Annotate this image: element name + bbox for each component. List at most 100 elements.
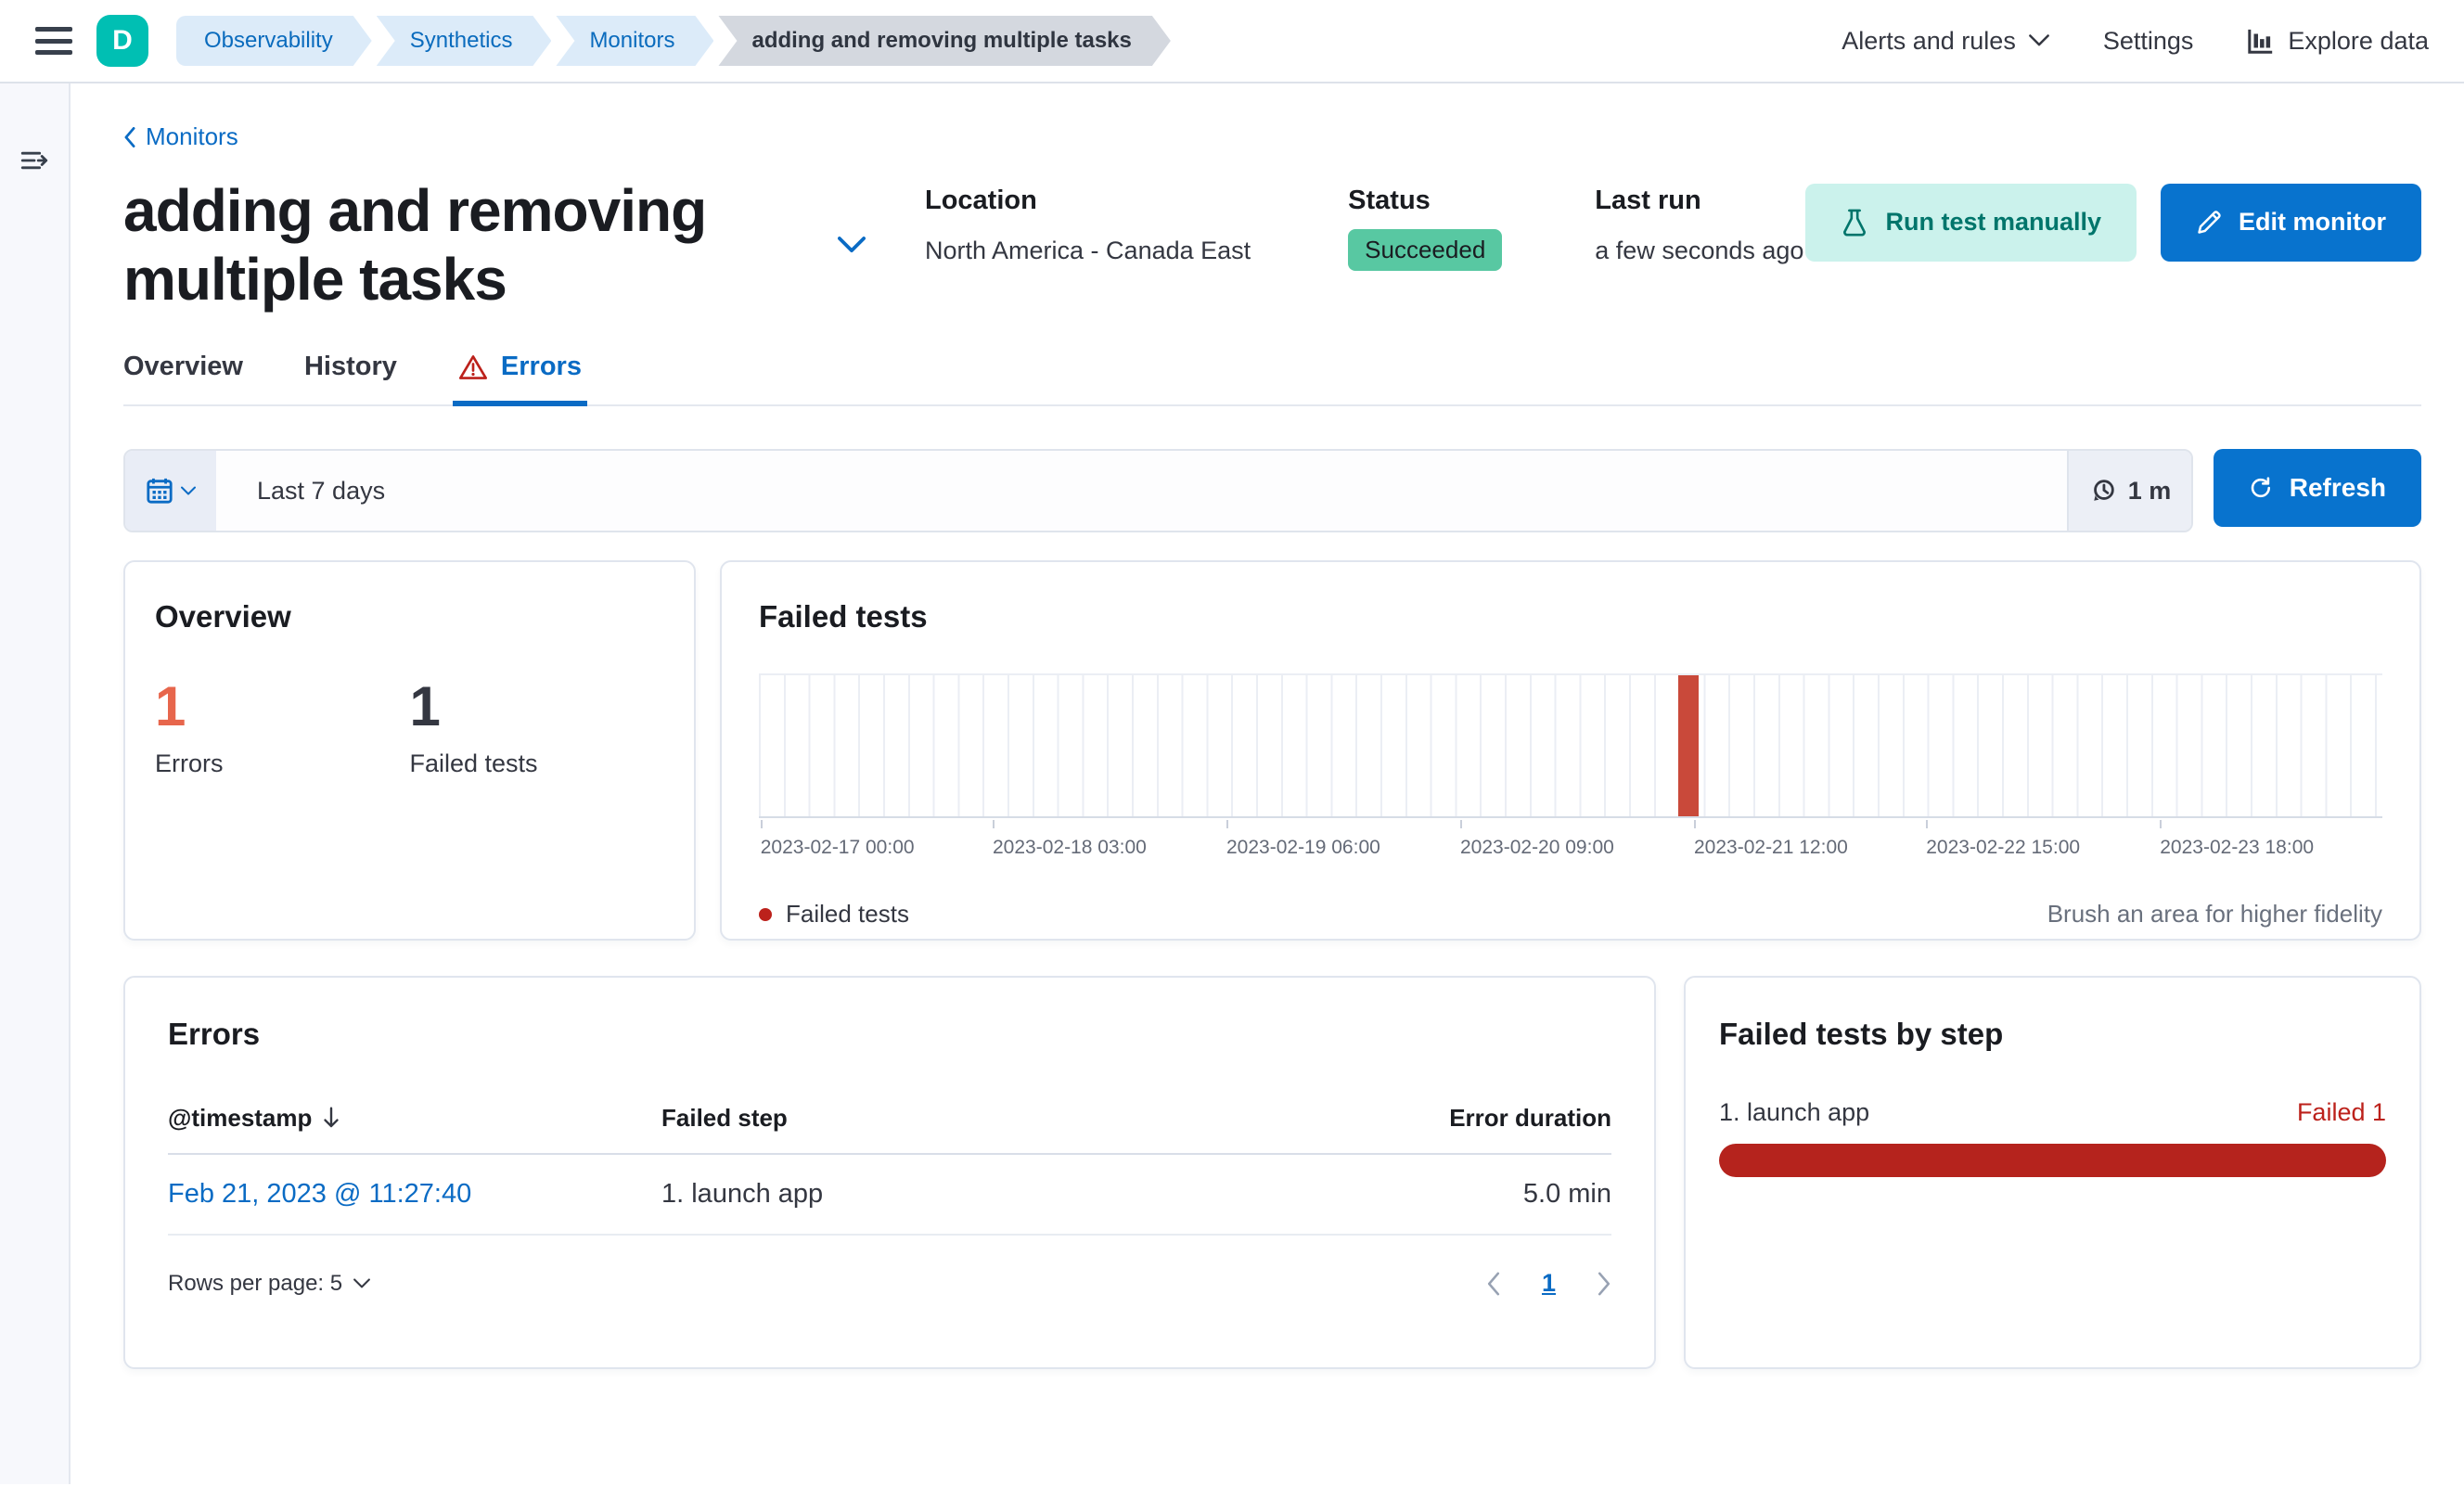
- alerts-and-rules-label: Alerts and rules: [1842, 26, 2016, 55]
- date-quick-select-button[interactable]: [125, 451, 216, 532]
- bar-chart-icon: [2248, 29, 2273, 54]
- failed-tests-chart[interactable]: [759, 673, 2382, 819]
- legend-item-failed-tests[interactable]: Failed tests: [759, 900, 909, 929]
- refresh-icon: [2251, 477, 2271, 498]
- status-badge: Succeeded: [1348, 228, 1503, 271]
- chevron-left-icon: [124, 126, 135, 147]
- error-timestamp-link[interactable]: Feb 21, 2023 @ 11:27:40: [168, 1179, 471, 1209]
- failed-tests-stat: 1 Failed tests: [410, 679, 665, 778]
- x-axis-tick-mark: [1926, 820, 1929, 829]
- failed-tests-by-step-panel: Failed tests by step 1. launch app Faile…: [1684, 976, 2421, 1370]
- run-test-manually-button[interactable]: Run test manually: [1805, 183, 2137, 262]
- x-axis-tick-label: 2023-02-21 12:00: [1694, 837, 1848, 859]
- x-axis-tick-label: 2023-02-23 18:00: [2160, 837, 2315, 859]
- error-duration-cell: 5.0 min: [1522, 1179, 1611, 1210]
- x-axis-tick-mark: [760, 820, 763, 829]
- location-label: Location: [925, 185, 1037, 215]
- tab-overview[interactable]: Overview: [123, 352, 243, 404]
- errors-panel-title: Errors: [168, 1017, 261, 1052]
- step-label: 1. launch app: [1719, 1098, 1870, 1127]
- step-failed-count: Failed 1: [2296, 1098, 2386, 1127]
- column-header-error-duration[interactable]: Error duration: [1370, 1104, 1611, 1133]
- brush-hint-text: Brush an area for higher fidelity: [2047, 900, 2382, 929]
- step-progress-fill: [1719, 1144, 2386, 1178]
- pencil-icon: [2198, 210, 2221, 234]
- time-filter-toolbar: Last 7 days 1 m Refresh: [123, 449, 2421, 533]
- legend-dot-icon: [759, 907, 772, 921]
- chart-title: Failed tests: [759, 599, 928, 634]
- refresh-button[interactable]: Refresh: [2214, 449, 2421, 528]
- expand-menu-icon[interactable]: [19, 145, 50, 176]
- rows-per-page-selector[interactable]: Rows per page: 5: [168, 1271, 370, 1297]
- warning-triangle-icon: [458, 354, 487, 379]
- breadcrumb: Observability Synthetics Monitors adding…: [176, 16, 1171, 66]
- page-number-1[interactable]: 1: [1542, 1269, 1556, 1298]
- breadcrumb-current-page: adding and removing multiple tasks: [718, 16, 1170, 66]
- x-axis-tick-mark: [1460, 820, 1462, 829]
- chart-x-axis: 2023-02-17 00:00 2023-02-18 03:00 2023-0…: [759, 820, 2382, 863]
- breadcrumb-synthetics[interactable]: Synthetics: [377, 16, 552, 66]
- previous-page-icon[interactable]: [1486, 1272, 1501, 1296]
- chevron-down-icon: [353, 1278, 370, 1288]
- back-to-monitors-link[interactable]: Monitors: [123, 122, 238, 151]
- menu-hamburger-icon[interactable]: [35, 27, 72, 55]
- explore-data-link[interactable]: Explore data: [2247, 27, 2429, 56]
- pagination: 1: [1486, 1269, 1611, 1298]
- next-page-icon[interactable]: [1597, 1272, 1611, 1296]
- main-content: Monitors adding and removing multiple ta…: [71, 83, 2464, 1484]
- errors-panel: Errors @timestamp Failed step Error dura…: [123, 976, 1656, 1370]
- failed-by-step-title: Failed tests by step: [1719, 1017, 2004, 1052]
- x-axis-tick-label: 2023-02-17 00:00: [760, 837, 915, 859]
- collapsed-sidebar: [0, 83, 71, 1484]
- stat-value: 1: [155, 675, 186, 738]
- x-axis-tick-label: 2023-02-22 15:00: [1926, 837, 2081, 859]
- failed-step-cell: 1. launch app: [661, 1179, 824, 1210]
- settings-link[interactable]: Settings: [2103, 27, 2194, 56]
- failed-tests-chart-panel: Failed tests 2023-02-17 00:00 2023-02-18…: [720, 560, 2421, 942]
- x-axis-tick-label: 2023-02-20 09:00: [1460, 837, 1614, 859]
- calendar-icon: [147, 479, 173, 504]
- step-progress-track: [1719, 1144, 2386, 1178]
- breadcrumb-monitors[interactable]: Monitors: [556, 16, 713, 66]
- last-run-label: Last run: [1595, 185, 1701, 215]
- status-label: Status: [1348, 185, 1431, 215]
- tab-errors[interactable]: Errors: [452, 352, 588, 407]
- monitor-meta: Location North America - Canada East Sta…: [925, 176, 1803, 315]
- stat-label: Failed tests: [409, 749, 538, 778]
- edit-monitor-button[interactable]: Edit monitor: [2161, 183, 2421, 262]
- failed-test-bar[interactable]: [1677, 675, 1699, 817]
- x-axis-tick-label: 2023-02-19 06:00: [1226, 837, 1380, 859]
- page-title: adding and removing multiple tasks: [123, 176, 707, 314]
- column-header-failed-step[interactable]: Failed step: [661, 1104, 1370, 1133]
- alerts-and-rules-menu[interactable]: Alerts and rules: [1842, 27, 2049, 56]
- x-axis-tick-mark: [993, 820, 995, 829]
- flask-icon: [1843, 209, 1867, 236]
- refresh-interval-button[interactable]: 1 m: [2067, 451, 2191, 532]
- super-date-picker: Last 7 days 1 m: [123, 449, 2193, 533]
- deployment-badge[interactable]: D: [96, 15, 148, 67]
- overview-panel: Overview 1 Errors 1 Failed tests: [123, 560, 696, 942]
- settings-label: Settings: [2102, 26, 2194, 55]
- stat-label: Errors: [155, 749, 224, 778]
- x-axis-tick-label: 2023-02-18 03:00: [993, 837, 1147, 859]
- x-axis-tick-mark: [1694, 820, 1696, 829]
- refresh-clock-icon: [2093, 480, 2114, 501]
- legend-label: Failed tests: [786, 900, 909, 929]
- column-header-timestamp[interactable]: @timestamp: [168, 1104, 661, 1133]
- overview-panel-title: Overview: [155, 599, 291, 634]
- errors-stat: 1 Errors: [155, 679, 410, 778]
- tab-history[interactable]: History: [304, 352, 397, 404]
- table-row: Feb 21, 2023 @ 11:27:40 1. launch app 5.…: [168, 1155, 1611, 1236]
- time-range-value[interactable]: Last 7 days: [216, 451, 2067, 531]
- chevron-down-icon: [2028, 34, 2049, 46]
- title-chevron-down-icon[interactable]: [838, 237, 866, 254]
- breadcrumb-observability[interactable]: Observability: [176, 16, 372, 66]
- x-axis-tick-mark: [2160, 820, 2162, 829]
- top-navigation-bar: D Observability Synthetics Monitors addi…: [0, 0, 2464, 83]
- tab-bar: Overview History Errors: [123, 352, 2421, 407]
- errors-table: @timestamp Failed step Error duration Fe…: [168, 1104, 1611, 1236]
- explore-data-label: Explore data: [2288, 26, 2429, 55]
- chevron-down-icon: [181, 486, 196, 495]
- location-value: North America - Canada East: [925, 236, 1251, 264]
- x-axis-tick-mark: [1226, 820, 1228, 829]
